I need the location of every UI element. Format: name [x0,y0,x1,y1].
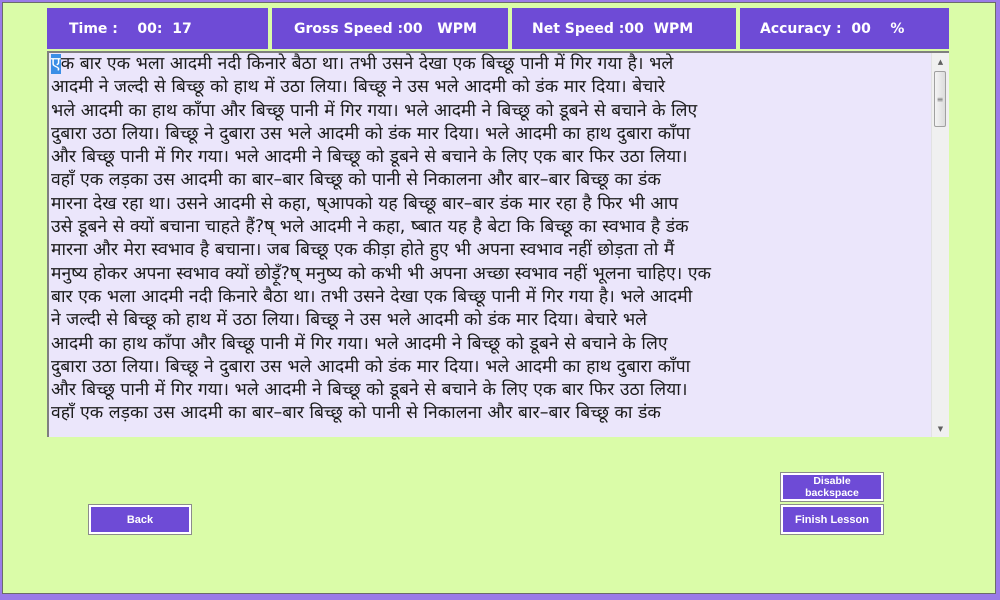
passage-line: मारना देख रहा था। उसने आदमी से कहा, ष्आप… [51,193,679,214]
scroll-thumb[interactable]: ≡ [934,71,946,127]
gross-speed-display: Gross Speed :00 WPM [272,8,508,49]
passage-line: मनुष्य होकर अपना स्वभाव क्यों छोड़ूँ?ष् … [51,263,711,284]
accuracy-display: Accuracy : 00 % [740,8,949,49]
passage-line: उसे डूबने से क्यों बचाना चाहते हैं?ष् भल… [51,217,689,238]
passage-line: बार एक भला आदमी नदी किनारे बैठा था। तभी … [51,286,693,307]
net-speed-display: Net Speed :00 WPM [512,8,736,49]
vertical-scrollbar[interactable]: ▲ ≡ ▼ [931,53,949,437]
passage-text-area[interactable]: एक बार एक भला आदमी नदी किनारे बैठा था। त… [47,51,949,437]
passage-line: दुबारा उठा लिया। बिच्छू ने दुबारा उस भले… [51,356,691,377]
passage-line: मारना और मेरा स्वभाव है बचाना। जब बिच्छू… [51,240,675,261]
time-display: Time : 00: 17 [47,8,268,49]
passage-line: वहॉं एक लड़का उस आदमी का बार–बार बिच्छू … [51,403,661,424]
current-char-highlight: ए [51,54,61,74]
finish-lesson-button[interactable]: Finish Lesson [780,504,884,535]
stats-bar: Time : 00: 17 Gross Speed :00 WPM Net Sp… [47,8,949,49]
passage-line: वहॉं एक लड़का उस आदमी का बार–बार बिच्छू … [51,170,661,191]
passage-line: भले आदमी का हाथ कॉंपा और बिच्छू पानी में… [51,100,698,121]
passage-line: ने जल्दी से बिच्छू को हाथ में उठा लिया। … [51,310,648,331]
scroll-up-arrow-icon[interactable]: ▲ [932,53,949,70]
passage-line: एक बार एक भला आदमी नदी किनारे बैठा था। त… [51,54,674,74]
typing-tutor-window: Time : 00: 17 Gross Speed :00 WPM Net Sp… [2,2,996,594]
back-button[interactable]: Back [88,504,192,535]
passage-line: और बिच्छू पानी में गिर गया। भले आदमी ने … [51,380,688,401]
disable-backspace-button[interactable]: Disable backspace [780,472,884,502]
grip-icon: ≡ [936,94,944,104]
passage-line: और बिच्छू पानी में गिर गया। भले आदमी ने … [51,147,688,168]
passage-line: आदमी ने जल्दी से बिच्छू को हाथ में उठा ल… [51,77,666,98]
scroll-down-arrow-icon[interactable]: ▼ [932,420,949,437]
passage-line: दुबारा उठा लिया। बिच्छू ने दुबारा उस भले… [51,123,691,144]
passage-text: एक बार एक भला आदमी नदी किनारे बैठा था। त… [51,53,931,426]
passage-line: आदमी का हाथ कॉंपा और बिच्छू पानी में गिर… [51,333,668,354]
